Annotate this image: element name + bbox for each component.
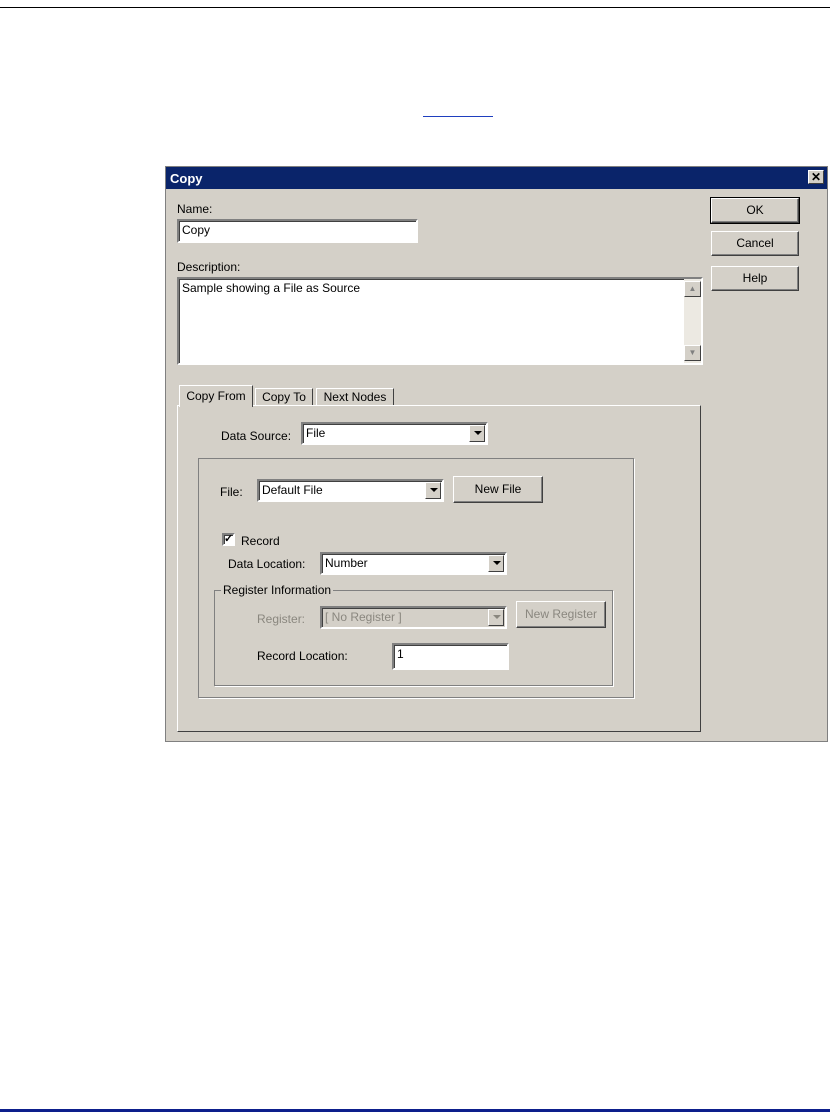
ok-button-label: OK [746, 203, 764, 217]
tab-next-nodes-label: Next Nodes [323, 390, 387, 404]
chevron-down-icon [493, 561, 501, 565]
register-select[interactable]: [ No Register ] [320, 606, 507, 629]
data-source-value: File [306, 426, 326, 440]
scroll-down-icon: ▼ [688, 348, 697, 357]
data-source-select[interactable]: File [301, 422, 488, 445]
description-scrollbar[interactable]: ▲ ▼ [684, 279, 701, 363]
dialog-title: Copy [170, 171, 203, 186]
tab-copy-to-label: Copy To [262, 390, 306, 404]
copy-from-panel: Data Source: File File: Default File New… [177, 405, 701, 732]
cancel-button[interactable]: Cancel [711, 231, 799, 256]
register-information-group: Register Information Register: [ No Regi… [214, 583, 613, 686]
tab-copy-from[interactable]: Copy From [179, 385, 253, 407]
scroll-up-button[interactable]: ▲ [684, 281, 701, 297]
description-value: Sample showing a File as Source [182, 281, 361, 295]
description-field[interactable]: Sample showing a File as Source ▲ ▼ [177, 277, 703, 365]
name-value: Copy [182, 223, 211, 237]
page-bottom-rule [0, 1109, 830, 1112]
register-label: Register: [257, 612, 306, 626]
close-icon: ✕ [810, 170, 822, 184]
chevron-down-icon [430, 488, 438, 492]
file-settings-frame: File: Default File New File ✓ Record Dat… [198, 458, 634, 698]
document-link-underline[interactable] [423, 116, 493, 117]
register-information-title: Register Information [221, 583, 334, 597]
tab-copy-from-label: Copy From [186, 389, 246, 403]
data-source-dropdown-button[interactable] [469, 425, 485, 442]
file-select[interactable]: Default File [257, 479, 444, 502]
scroll-up-icon: ▲ [688, 284, 697, 293]
record-location-label: Record Location: [257, 649, 348, 663]
register-value: [ No Register ] [325, 610, 402, 624]
record-checkbox[interactable]: ✓ [222, 533, 235, 546]
new-file-button-label: New File [474, 482, 522, 496]
data-source-label: Data Source: [221, 429, 292, 443]
checkmark-icon: ✓ [224, 533, 234, 545]
ok-button[interactable]: OK [710, 197, 800, 224]
data-location-select[interactable]: Number [320, 552, 507, 575]
data-location-label: Data Location: [228, 557, 306, 571]
data-location-value: Number [325, 556, 368, 570]
new-file-button[interactable]: New File [453, 476, 543, 503]
name-field[interactable]: Copy [177, 219, 418, 243]
chevron-down-icon [474, 431, 482, 435]
record-label: Record [241, 534, 280, 548]
help-button-label: Help [742, 271, 768, 285]
cancel-button-label: Cancel [736, 236, 774, 250]
help-button[interactable]: Help [711, 266, 799, 291]
register-dropdown-button[interactable] [488, 609, 504, 626]
new-register-button-label: New Register [524, 607, 598, 621]
name-label: Name: [177, 202, 213, 216]
scroll-down-button[interactable]: ▼ [684, 345, 701, 361]
file-label: File: [220, 485, 243, 499]
file-dropdown-button[interactable] [425, 482, 441, 499]
chevron-down-icon [493, 615, 501, 619]
page-top-rule [0, 7, 830, 8]
close-button[interactable]: ✕ [808, 170, 824, 184]
record-location-field[interactable]: 1 [392, 643, 509, 670]
new-register-button[interactable]: New Register [516, 601, 606, 628]
dialog-titlebar[interactable]: Copy ✕ [166, 167, 827, 189]
data-location-dropdown-button[interactable] [488, 555, 504, 572]
record-location-value: 1 [397, 647, 404, 661]
description-label: Description: [177, 260, 241, 274]
copy-dialog: Copy ✕ Name: Copy Description: Sample sh… [165, 166, 828, 742]
file-value: Default File [262, 483, 323, 497]
